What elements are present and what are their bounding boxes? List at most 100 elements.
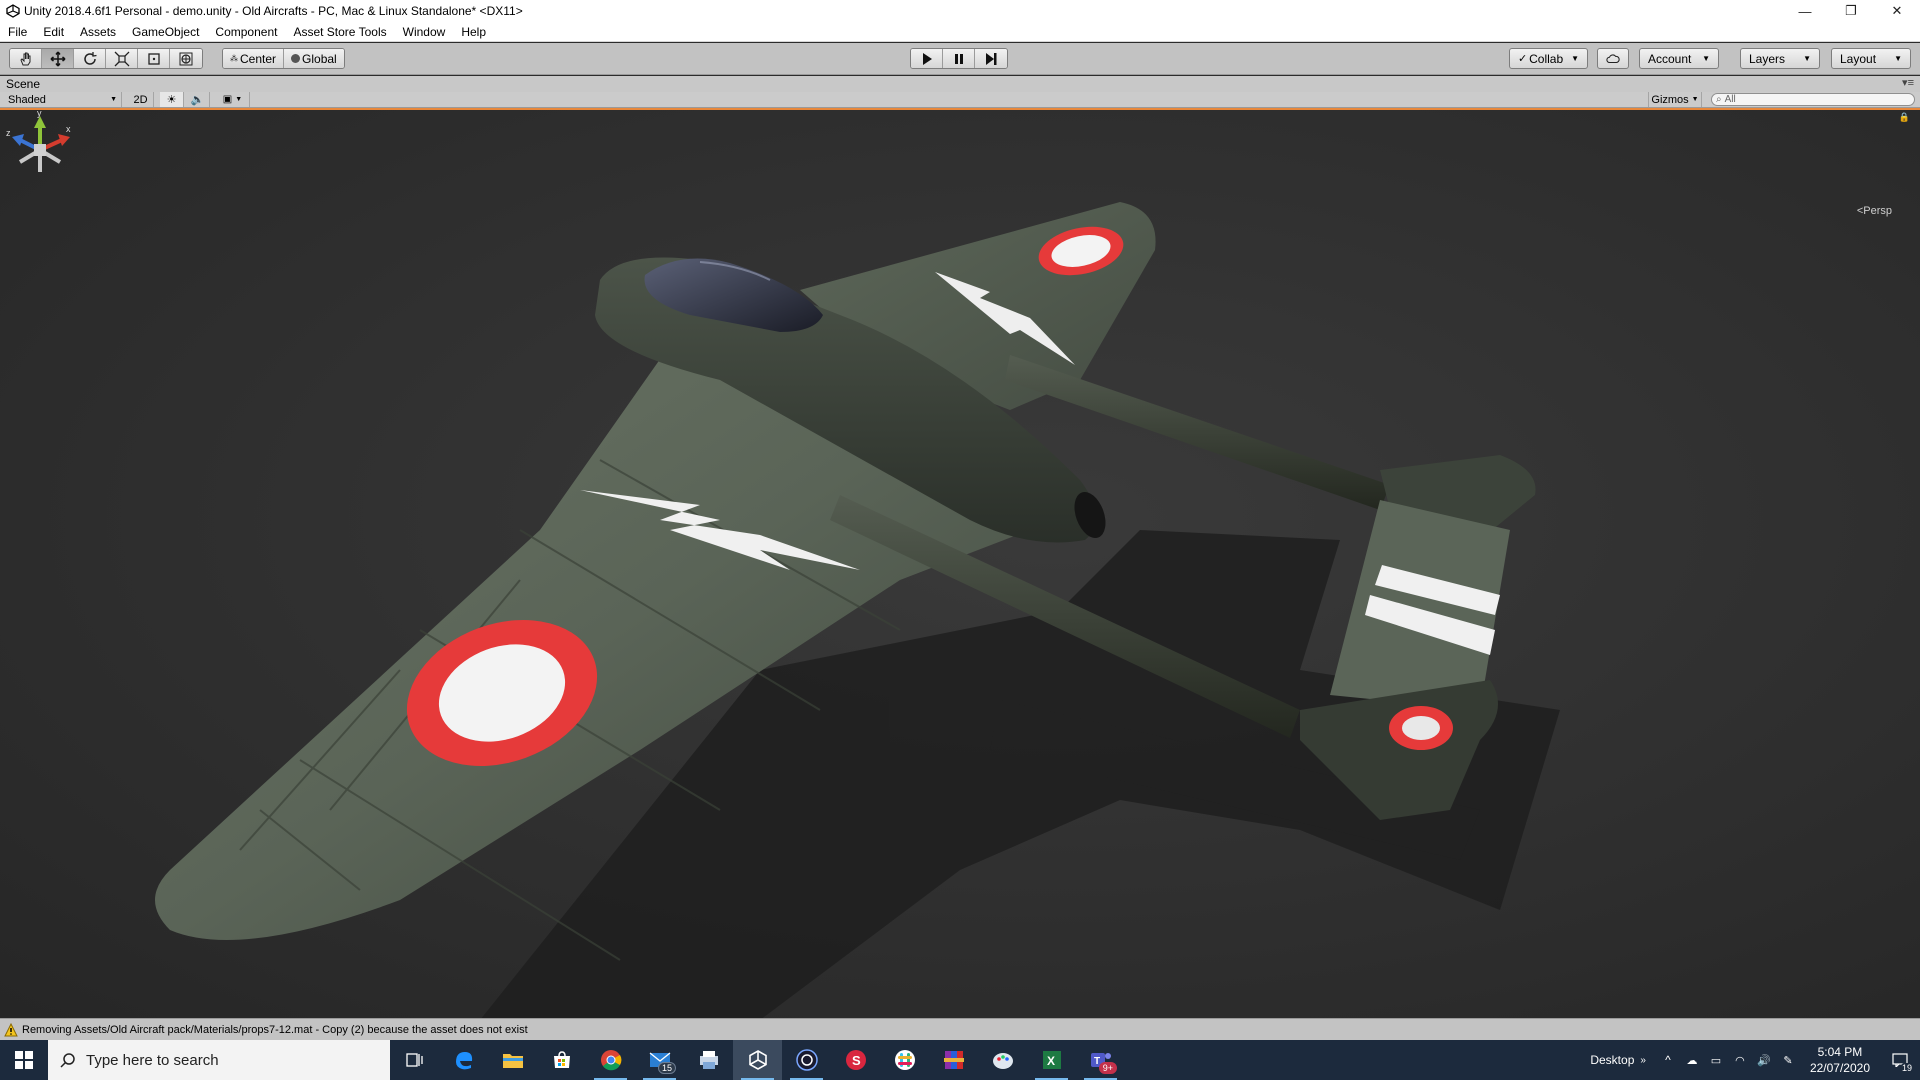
battery-icon[interactable]: ▭	[1704, 1040, 1728, 1080]
status-bar[interactable]: Removing Assets/Old Aircraft pack/Materi…	[0, 1018, 1920, 1040]
toolbar-chevron-icon[interactable]: »	[1640, 1055, 1646, 1066]
taskbar-search-placeholder: Type here to search	[86, 1051, 219, 1069]
scene-tab-header: Scene ▾≡	[0, 76, 1920, 92]
mail-button[interactable]: 15	[635, 1040, 684, 1080]
winrar-button[interactable]	[929, 1040, 978, 1080]
chrome-icon	[600, 1050, 621, 1071]
unity-logo-icon	[4, 2, 22, 20]
taskbar-search-input[interactable]: Type here to search	[48, 1040, 390, 1080]
desktop-toolbar-label[interactable]: Desktop	[1590, 1053, 1634, 1067]
tab-scene[interactable]: Scene	[6, 77, 40, 91]
printer-app-button[interactable]	[684, 1040, 733, 1080]
menu-component[interactable]: Component	[207, 22, 285, 42]
notifications-button[interactable]: 19	[1880, 1040, 1920, 1080]
substance-button[interactable]: S	[831, 1040, 880, 1080]
start-button[interactable]	[0, 1040, 48, 1080]
persp-label: Persp	[1863, 205, 1892, 217]
rect-tool-button[interactable]	[138, 49, 170, 68]
tab-options-icon[interactable]: ▾≡	[1902, 76, 1914, 89]
restore-button[interactable]: ❐	[1828, 0, 1874, 22]
orientation-gizmo[interactable]: y x z	[0, 110, 80, 190]
scene-toolbar: Shaded ▼ 2D ☀ 🔈 ▣ ▼ Gizmos ▼ ⌕ All	[0, 92, 1920, 108]
wifi-icon[interactable]: ◠	[1728, 1040, 1752, 1080]
window-title: Unity 2018.4.6f1 Personal - demo.unity -…	[24, 4, 523, 18]
layout-label: Layout	[1840, 51, 1877, 66]
cloud-button[interactable]	[1597, 48, 1629, 69]
warning-icon	[4, 1022, 18, 1036]
scale-tool-button[interactable]	[106, 49, 138, 68]
toggle-2d-button[interactable]: 2D	[128, 92, 154, 107]
check-circle-icon: ✓	[1518, 53, 1528, 65]
clock-time: 5:04 PM	[1817, 1045, 1863, 1059]
close-button[interactable]: ✕	[1874, 0, 1920, 22]
system-tray: Desktop » ^ ☁ ▭ ◠ 🔊 ✎ 5:04 PM 22/07/2020…	[1590, 1040, 1920, 1080]
svg-text:S: S	[852, 1053, 861, 1068]
account-dropdown[interactable]: Account ▼	[1639, 48, 1719, 69]
chevron-down-icon: ▼	[1894, 54, 1902, 63]
cinema4d-button[interactable]	[782, 1040, 831, 1080]
play-icon	[922, 52, 932, 65]
pause-button[interactable]	[943, 49, 975, 68]
substance-icon: S	[845, 1050, 866, 1070]
teams-button[interactable]: T 9+	[1076, 1040, 1125, 1080]
hand-icon	[19, 52, 30, 65]
play-button[interactable]	[911, 49, 943, 68]
rotate-tool-button[interactable]	[74, 49, 106, 68]
transform-tools	[9, 48, 203, 69]
step-icon	[986, 52, 997, 65]
scene-search-input[interactable]: ⌕ All	[1711, 93, 1915, 106]
chrome-button[interactable]	[586, 1040, 635, 1080]
excel-button[interactable]: X	[1027, 1040, 1076, 1080]
volume-icon[interactable]: 🔊	[1752, 1040, 1776, 1080]
playback-controls	[910, 48, 1008, 69]
transform-tool-button[interactable]	[170, 49, 202, 68]
pivot-global-label: Global	[302, 51, 337, 66]
menu-gameobject[interactable]: GameObject	[124, 22, 207, 42]
lock-icon[interactable]: 🔒	[1899, 112, 1910, 123]
audio-toggle[interactable]: 🔈	[186, 92, 210, 107]
store-button[interactable]	[537, 1040, 586, 1080]
pivot-center-button[interactable]: ⁂ Center	[223, 49, 285, 68]
pause-icon	[954, 53, 963, 64]
unity-taskbar-button[interactable]	[733, 1040, 782, 1080]
lighting-toggle[interactable]: ☀	[160, 92, 184, 107]
menu-asset-store-tools[interactable]: Asset Store Tools	[285, 22, 394, 42]
layers-dropdown[interactable]: Layers ▼	[1740, 48, 1820, 69]
slack-button[interactable]	[880, 1040, 929, 1080]
paint-button[interactable]	[978, 1040, 1027, 1080]
aircraft-model	[155, 202, 1560, 1018]
task-view-button[interactable]	[390, 1040, 439, 1080]
projection-toggle[interactable]: <Persp	[1857, 205, 1892, 217]
rect-icon	[147, 52, 160, 65]
scene-viewport[interactable]: y x z <Persp 🔒	[0, 110, 1920, 1018]
chevron-down-icon: ▼	[1702, 54, 1710, 63]
layers-label: Layers	[1749, 51, 1786, 66]
menu-window[interactable]: Window	[395, 22, 454, 42]
menu-file[interactable]: File	[0, 22, 35, 42]
minimize-button[interactable]: —	[1782, 0, 1828, 22]
show-hidden-icons-button[interactable]: ^	[1656, 1040, 1680, 1080]
gizmos-dropdown[interactable]: Gizmos ▼	[1648, 92, 1702, 107]
onedrive-icon[interactable]: ☁	[1680, 1040, 1704, 1080]
menu-edit[interactable]: Edit	[35, 22, 72, 42]
layout-dropdown[interactable]: Layout ▼	[1831, 48, 1911, 69]
collab-dropdown[interactable]: ✓ Collab ▼	[1509, 48, 1588, 69]
scene-search-placeholder: All	[1724, 94, 1736, 105]
task-view-icon	[405, 1053, 423, 1067]
hand-tool-button[interactable]	[10, 49, 42, 68]
file-explorer-button[interactable]	[488, 1040, 537, 1080]
clock[interactable]: 5:04 PM 22/07/2020	[1800, 1044, 1880, 1076]
effects-dropdown[interactable]: ▣ ▼	[216, 92, 250, 107]
chevron-down-icon: ▼	[235, 96, 243, 103]
step-button[interactable]	[975, 49, 1007, 68]
shading-mode-dropdown[interactable]: Shaded ▼	[4, 92, 122, 107]
pivot-global-button[interactable]: Global	[284, 49, 344, 68]
menu-help[interactable]: Help	[453, 22, 494, 42]
pen-icon[interactable]: ✎	[1776, 1040, 1800, 1080]
move-tool-button[interactable]	[42, 49, 74, 68]
svg-text:X: X	[1047, 1054, 1055, 1068]
account-label: Account	[1648, 51, 1692, 66]
edge-button[interactable]	[439, 1040, 488, 1080]
file-explorer-icon	[502, 1054, 523, 1068]
menu-assets[interactable]: Assets	[72, 22, 124, 42]
